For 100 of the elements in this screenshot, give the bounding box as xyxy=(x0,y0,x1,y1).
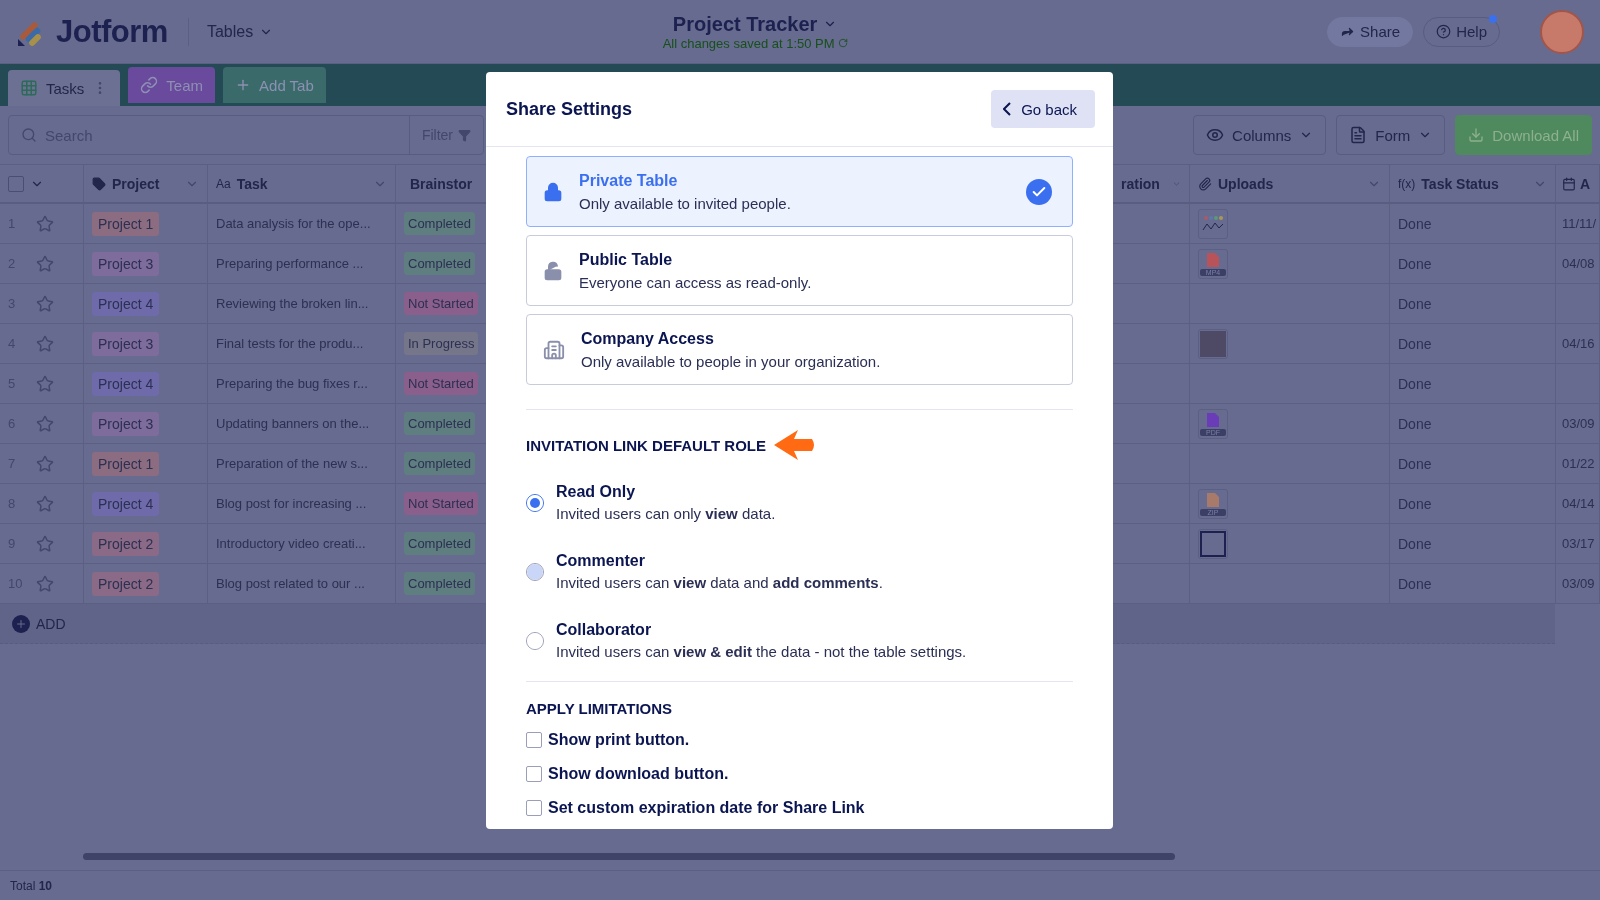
select-all-checkbox[interactable] xyxy=(8,175,24,192)
star-icon[interactable] xyxy=(36,414,54,433)
column-title: Task xyxy=(236,175,268,192)
task-status-text: Done xyxy=(1398,295,1432,312)
star-icon[interactable] xyxy=(36,494,54,513)
help-button[interactable]: Help xyxy=(1423,16,1500,47)
date-text: 03/09 xyxy=(1562,576,1595,591)
status-tag: Completed xyxy=(404,412,475,435)
share-button[interactable]: Share xyxy=(1327,16,1414,47)
radio-button[interactable] xyxy=(526,493,544,512)
go-back-button[interactable]: Go back xyxy=(991,90,1095,128)
lock-icon xyxy=(543,181,563,202)
option-description: Only available to invited people. xyxy=(579,194,792,212)
project-tag: Project 2 xyxy=(92,571,160,596)
checkbox[interactable] xyxy=(526,766,542,782)
task-status-text: Done xyxy=(1398,375,1432,392)
option-title: Company Access xyxy=(581,329,715,348)
task-status-text: Done xyxy=(1398,215,1432,232)
column-title: Brainstor xyxy=(410,175,473,192)
status-tag: Completed xyxy=(404,572,475,595)
download-all-button[interactable]: Download All xyxy=(1455,115,1592,155)
task-status-text: Done xyxy=(1398,255,1432,272)
add-row-button[interactable]: ADD xyxy=(12,614,66,633)
option-title: Public Table xyxy=(579,250,674,269)
task-status-text: Done xyxy=(1398,335,1432,352)
star-icon[interactable] xyxy=(36,534,54,553)
radio-button[interactable] xyxy=(526,562,544,581)
role-description: Invited users can only view data. xyxy=(556,505,776,522)
column-header[interactable]: Aa Task xyxy=(208,164,396,204)
tables-menu[interactable]: Tables xyxy=(206,22,274,41)
form-icon xyxy=(1349,126,1368,144)
checkbox[interactable] xyxy=(526,800,542,816)
project-tag: Project 3 xyxy=(92,251,160,276)
tab[interactable]: Add Tab xyxy=(223,67,326,103)
option-description: Everyone can access as read-only. xyxy=(579,273,813,291)
star-icon[interactable] xyxy=(36,334,54,353)
status-tag: Completed xyxy=(404,452,475,475)
column-header[interactable]: ration xyxy=(1113,164,1190,204)
task-status-text: Done xyxy=(1398,455,1432,472)
image-thumbnail[interactable] xyxy=(1198,208,1228,239)
date-text: 11/11/ xyxy=(1562,216,1597,231)
tab[interactable]: Tasks xyxy=(8,70,121,106)
photo-thumbnail[interactable] xyxy=(1198,328,1228,359)
star-icon[interactable] xyxy=(36,214,54,233)
project-tag: Project 3 xyxy=(92,411,160,436)
role-title: Read Only xyxy=(556,483,637,501)
role-title: Collaborator xyxy=(556,621,653,639)
project-tag: Project 4 xyxy=(92,491,160,516)
tab[interactable]: Team xyxy=(128,67,216,103)
eye-icon xyxy=(1206,126,1225,144)
star-icon[interactable] xyxy=(36,254,54,273)
column-header[interactable]: f(x) Task Status xyxy=(1390,164,1556,204)
column-title: Task Status xyxy=(1421,175,1499,192)
option-title: Private Table xyxy=(579,171,679,190)
star-icon[interactable] xyxy=(36,294,54,313)
task-text: Preparing the bug fixes r... xyxy=(216,376,368,391)
checkbox-label: Show download button. xyxy=(548,765,729,783)
radio-button[interactable] xyxy=(526,631,544,650)
status-tag: Not Started xyxy=(404,292,478,315)
column-header[interactable]: A xyxy=(1556,164,1600,204)
task-text: Final tests for the produ... xyxy=(216,336,364,351)
task-status-text: Done xyxy=(1398,535,1432,552)
task-status-text: Done xyxy=(1398,415,1432,432)
project-title[interactable]: Project Tracker xyxy=(672,12,838,36)
role-description: Invited users can view & edit the data - not the table settings. xyxy=(556,643,967,660)
role-title: Commenter xyxy=(556,552,646,570)
date-text: 03/09 xyxy=(1562,416,1595,431)
star-icon[interactable] xyxy=(36,574,54,593)
help-icon xyxy=(1436,24,1452,39)
column-header[interactable]: Uploads xyxy=(1190,164,1390,204)
access-option[interactable]: Public Table Everyone can access as read-only. xyxy=(526,235,1073,306)
check-icon xyxy=(1026,178,1052,205)
refresh-icon xyxy=(837,38,848,48)
column-title: Uploads xyxy=(1218,175,1274,192)
checkbox-label: Show print button. xyxy=(548,731,690,749)
column-header[interactable]: Project xyxy=(84,164,208,204)
grid-icon xyxy=(20,79,38,97)
status-tag: Not Started xyxy=(404,492,478,515)
project-tag: Project 4 xyxy=(92,291,160,316)
option-description: Only available to people in your organization. xyxy=(581,352,882,370)
form-button[interactable]: Form xyxy=(1336,115,1446,155)
role-description: Invited users can view data and add comments. xyxy=(556,574,883,591)
tag-icon xyxy=(92,176,106,191)
avatar[interactable] xyxy=(1540,9,1584,54)
document-thumbnail[interactable] xyxy=(1198,528,1228,559)
access-option[interactable]: Private Table Only available to invited people. xyxy=(526,156,1073,227)
columns-button[interactable]: Columns xyxy=(1193,115,1327,155)
column-header[interactable]: Brainstor xyxy=(396,164,487,204)
status-tag: Completed xyxy=(404,212,475,235)
checkbox[interactable] xyxy=(526,732,542,748)
project-tag: Project 2 xyxy=(92,531,160,556)
date-text: 03/17 xyxy=(1562,536,1595,551)
filter-icon xyxy=(458,128,471,142)
horizontal-scrollbar[interactable] xyxy=(83,853,1175,860)
calendar-icon xyxy=(1562,176,1576,191)
star-icon[interactable] xyxy=(36,454,54,473)
status-tag: In Progress xyxy=(404,332,479,355)
star-icon[interactable] xyxy=(36,374,54,393)
date-text: 04/14 xyxy=(1562,496,1595,511)
access-option[interactable]: Company Access Only available to people in your organization. xyxy=(526,314,1073,385)
